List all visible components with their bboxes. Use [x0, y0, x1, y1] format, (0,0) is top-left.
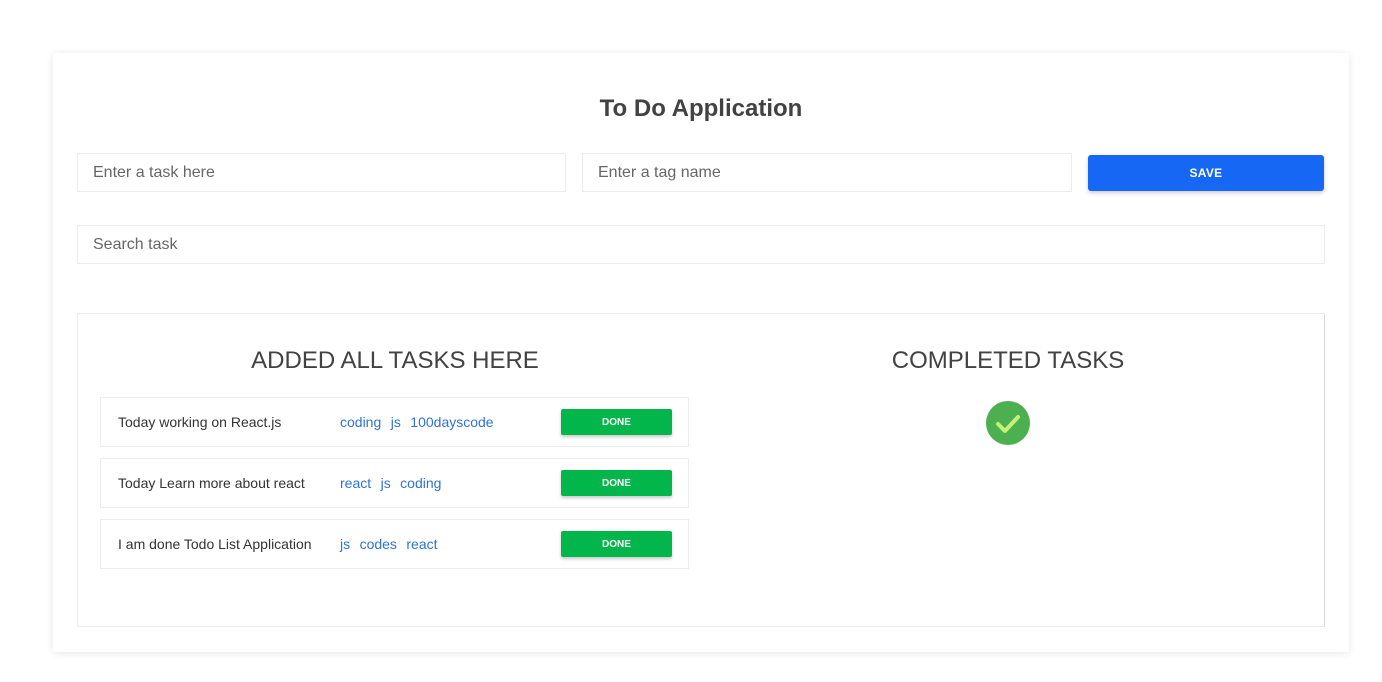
- added-tasks-title: ADDED ALL TASKS HERE: [251, 347, 539, 374]
- completed-tasks-title: COMPLETED TASKS: [891, 347, 1125, 374]
- task-tag[interactable]: js: [340, 536, 350, 552]
- search-input[interactable]: [77, 225, 1325, 264]
- task-tag[interactable]: coding: [400, 475, 441, 491]
- done-button[interactable]: DONE: [561, 470, 672, 496]
- task-tag[interactable]: react: [340, 475, 371, 491]
- task-row: I am done Todo List Application js codes…: [100, 519, 689, 569]
- task-tags: react js coding: [340, 475, 446, 493]
- task-tag[interactable]: js: [391, 414, 401, 430]
- save-button[interactable]: SAVE: [1088, 155, 1324, 191]
- task-tags: js codes react: [340, 536, 443, 554]
- task-text: Today working on React.js: [118, 414, 282, 430]
- todo-card: To Do Application SAVE ADDED ALL TASKS H…: [53, 53, 1349, 652]
- task-input[interactable]: [77, 153, 566, 192]
- task-row: Today Learn more about react react js co…: [100, 458, 689, 508]
- done-button[interactable]: DONE: [561, 531, 672, 557]
- task-tag[interactable]: react: [406, 536, 437, 552]
- check-circle-icon: [986, 401, 1030, 445]
- tag-input[interactable]: [582, 153, 1072, 192]
- app-title: To Do Application: [599, 95, 803, 122]
- task-tag[interactable]: codes: [360, 536, 397, 552]
- task-text: I am done Todo List Application: [118, 536, 312, 552]
- task-tags: coding js 100dayscode: [340, 414, 499, 432]
- task-tag[interactable]: coding: [340, 414, 381, 430]
- task-row: Today working on React.js coding js 100d…: [100, 397, 689, 447]
- tasks-panel: ADDED ALL TASKS HERE Today working on Re…: [77, 313, 1325, 627]
- task-text: Today Learn more about react: [118, 475, 305, 491]
- task-tag[interactable]: js: [381, 475, 391, 491]
- task-tag[interactable]: 100dayscode: [410, 414, 493, 430]
- done-button[interactable]: DONE: [561, 409, 672, 435]
